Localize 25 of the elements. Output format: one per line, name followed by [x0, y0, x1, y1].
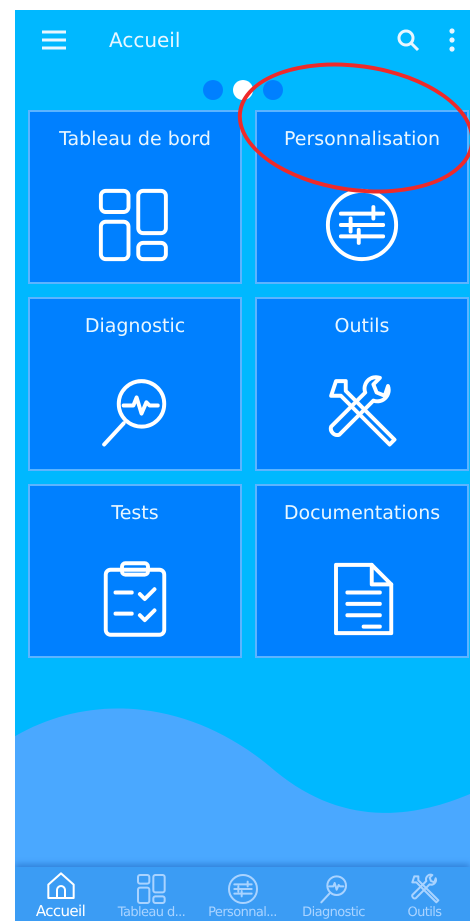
tile-label: Tests — [111, 502, 159, 524]
menu-tile[interactable]: Diagnostic — [28, 297, 242, 471]
home-icon — [44, 870, 76, 902]
nav-tab[interactable]: Accueil — [15, 867, 106, 921]
menu-tile[interactable]: Personnalisation — [255, 110, 469, 284]
tile-label: Personnalisation — [284, 128, 440, 150]
tools-icon — [408, 873, 440, 905]
nav-tab[interactable]: Tableau d... — [106, 867, 197, 921]
tile-label: Outils — [334, 315, 390, 337]
nav-tab[interactable]: Outils — [379, 867, 470, 921]
menu-tile[interactable]: Outils — [255, 297, 469, 471]
nav-tab[interactable]: Diagnostic — [288, 867, 379, 921]
sliders-icon — [226, 873, 258, 905]
nav-tab[interactable]: Personnal... — [197, 867, 288, 921]
page-indicator-dot[interactable] — [202, 80, 222, 100]
diagnostic-icon — [318, 873, 350, 905]
screen-title: Accueil — [109, 28, 180, 52]
menu-tile[interactable]: Tableau de bord — [28, 110, 242, 284]
tile-label: Diagnostic — [84, 315, 186, 337]
menu-tile[interactable]: Documentations — [255, 484, 469, 658]
menu-tile[interactable]: Tests — [28, 484, 242, 658]
tile-label: Tableau de bord — [59, 128, 211, 150]
tile-label: Documentations — [284, 502, 440, 524]
page-indicator-dot[interactable] — [262, 80, 282, 100]
dashboard-icon — [136, 873, 168, 905]
